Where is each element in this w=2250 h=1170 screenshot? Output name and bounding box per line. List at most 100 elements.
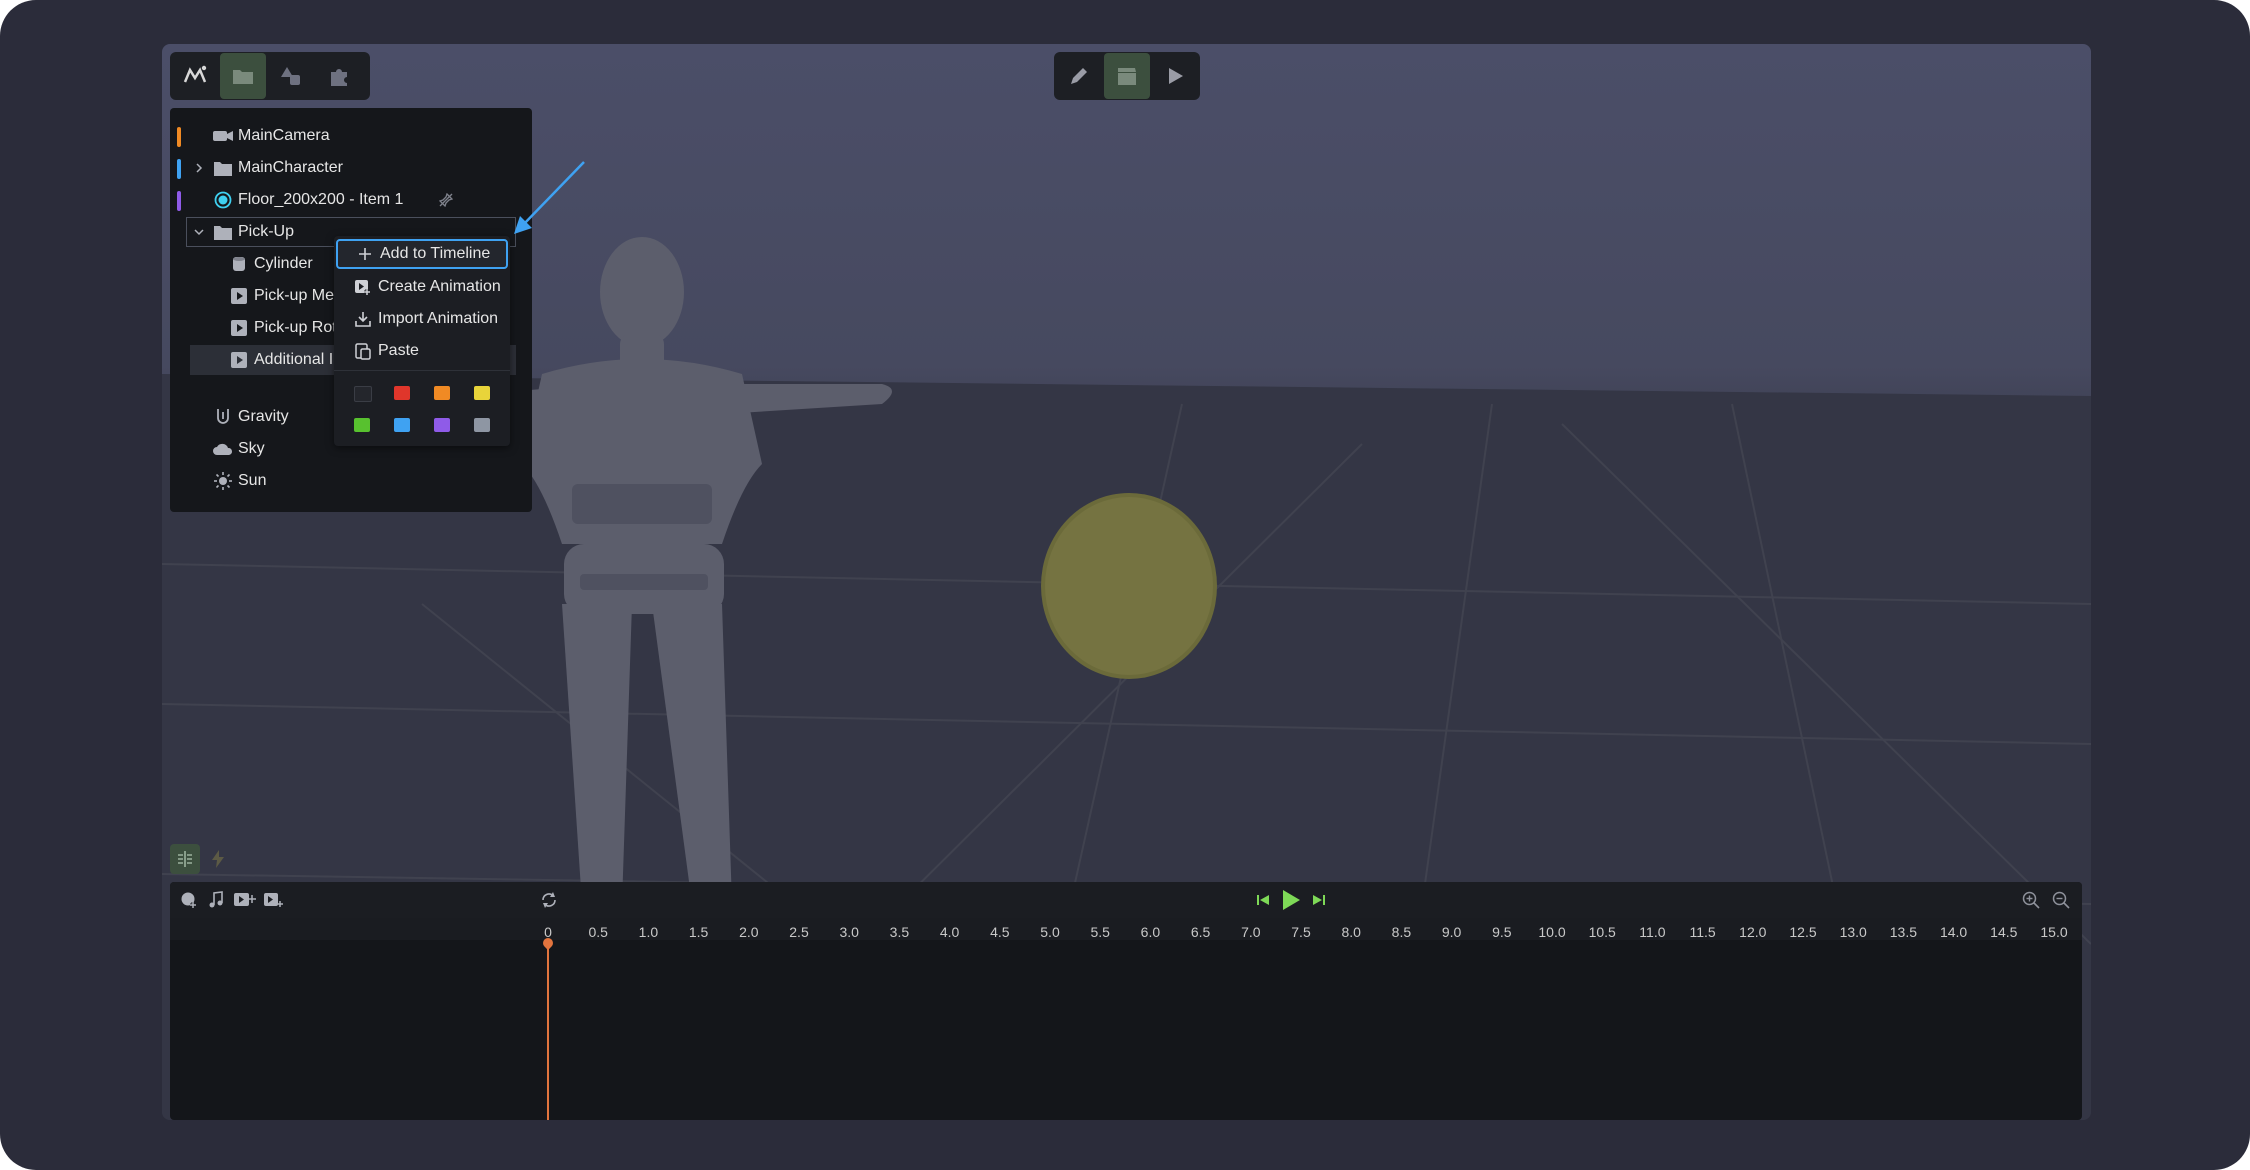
animation-icon <box>228 286 250 306</box>
sun-icon <box>212 471 234 491</box>
animation-icon <box>228 318 250 338</box>
main-toolbar <box>170 52 370 100</box>
folder-icon[interactable] <box>220 53 266 99</box>
menu-item-label: Add to Timeline <box>380 245 491 262</box>
time-tick-label: 14.0 <box>1939 924 1968 940</box>
time-tick-label: 9.0 <box>1441 924 1462 940</box>
logo-icon[interactable] <box>172 53 218 99</box>
tree-item-label: Sky <box>238 440 265 457</box>
time-tick-label: 10.0 <box>1538 924 1566 940</box>
track-header-area <box>170 918 546 940</box>
skip-back-icon[interactable] <box>1256 892 1270 908</box>
play-button[interactable] <box>1280 888 1302 912</box>
time-tick-label: 2.0 <box>739 924 759 940</box>
tree-item-label: Additional I <box>254 351 334 368</box>
time-tick-label: 11.0 <box>1639 924 1666 940</box>
tree-item-label: Floor_200x200 - Item 1 <box>238 191 404 208</box>
time-tick-label: 4.0 <box>939 924 960 940</box>
tree-item-maincharacter[interactable]: MainCharacter <box>170 153 532 183</box>
color-swatch[interactable] <box>434 418 450 432</box>
add-object-icon[interactable] <box>180 891 198 909</box>
import-icon <box>354 310 372 328</box>
zoom-out-icon[interactable] <box>2052 891 2070 909</box>
color-swatch[interactable] <box>434 386 450 400</box>
add-clip-icon[interactable] <box>234 891 256 909</box>
time-tick-label: 6.0 <box>1140 924 1161 940</box>
time-tick-label: 14.5 <box>1990 924 2018 940</box>
time-tick-label: 8.5 <box>1391 924 1412 940</box>
paste-icon <box>354 342 372 360</box>
add-to-timeline-button[interactable]: Add to Timeline <box>336 239 508 269</box>
cloud-icon <box>212 439 234 459</box>
time-tick-label: 1.5 <box>688 924 709 940</box>
folder-icon <box>212 222 234 242</box>
tree-item-sun[interactable]: Sun <box>170 466 532 496</box>
timeline-toolbar <box>170 882 2082 918</box>
chevron-down-icon[interactable] <box>192 225 206 239</box>
tree-item-label: MainCharacter <box>238 159 343 176</box>
pencil-icon[interactable] <box>1056 53 1102 99</box>
zoom-in-icon[interactable] <box>2022 891 2040 909</box>
time-tick-label: 5.0 <box>1040 924 1060 940</box>
time-tick-label: 13.0 <box>1839 924 1867 940</box>
color-swatch[interactable] <box>394 386 410 400</box>
tree-item-label: Pick-Up <box>238 223 295 240</box>
paste-button[interactable]: Paste <box>334 336 510 366</box>
loop-icon[interactable] <box>540 891 558 909</box>
pin-off-icon[interactable] <box>435 190 457 210</box>
menu-item-label: Import Animation <box>378 310 499 327</box>
tree-item-label: Gravity <box>238 408 289 425</box>
tree-item-maincamera[interactable]: MainCamera <box>170 121 532 151</box>
skip-forward-icon[interactable] <box>1312 892 1326 908</box>
color-swatch[interactable] <box>474 386 490 400</box>
context-menu: Add to Timeline Create Animation Import … <box>334 236 510 446</box>
keyframe-toggle[interactable] <box>208 848 228 870</box>
time-tick-label: 15.0 <box>2040 924 2068 940</box>
color-swatch[interactable] <box>474 418 490 432</box>
time-tick-label: 9.5 <box>1492 924 1512 940</box>
annotation-arrow <box>514 161 585 234</box>
puzzle-icon[interactable] <box>316 53 362 99</box>
time-tick-label: 3.0 <box>839 924 859 940</box>
timeline-panel: 0 0.5 1.0 1.5 2.0 2.5 3.0 3.5 4.0 4.5 5.0 5.5 6.0 6.5… <box>170 882 2082 1120</box>
shapes-icon[interactable] <box>268 53 314 99</box>
animation-icon <box>228 350 250 370</box>
color-swatch[interactable] <box>354 418 370 432</box>
time-tick-label: 1.0 <box>638 924 659 940</box>
import-animation-button[interactable]: Import Animation <box>334 304 510 334</box>
add-video-icon[interactable] <box>264 891 284 909</box>
color-swatch[interactable] <box>354 386 372 402</box>
color-tag <box>177 191 181 211</box>
app-frame: MainCamera MainCharacter Floor_200x200 -… <box>0 0 2250 1170</box>
tree-item-floor[interactable]: Floor_200x200 - Item 1 <box>170 185 532 215</box>
folder-icon <box>212 158 234 178</box>
time-tick-label: 8.0 <box>1341 924 1361 940</box>
tree-item-label: Pick-up Me <box>254 287 335 304</box>
time-tick-label: 4.5 <box>990 924 1010 940</box>
music-icon[interactable] <box>208 891 224 909</box>
tree-item-label: Sun <box>238 472 267 489</box>
play-icon[interactable] <box>1152 53 1198 99</box>
play-icon <box>1283 890 1300 910</box>
tracks-icon <box>178 851 192 867</box>
color-swatch[interactable] <box>394 418 410 432</box>
time-tick-label: 13.5 <box>1889 924 1918 940</box>
camera-icon <box>212 126 234 146</box>
tree-item-label: Pick-up Rot <box>254 319 337 336</box>
playhead[interactable] <box>547 940 549 1120</box>
time-tick-label: 2.5 <box>789 924 809 940</box>
chevron-right-icon[interactable] <box>192 161 206 175</box>
menu-item-label: Paste <box>378 342 419 359</box>
time-tick-label: 10.5 <box>1588 924 1616 940</box>
target-icon <box>212 190 234 210</box>
time-tick-label: 3.5 <box>889 924 910 940</box>
clapperboard-icon[interactable] <box>1104 53 1150 99</box>
time-tick-label: 12.0 <box>1739 924 1767 940</box>
timeline-tracks-toggle[interactable] <box>170 844 200 874</box>
time-tick-label: 12.5 <box>1789 924 1817 940</box>
time-tick-label: 0.5 <box>588 924 608 940</box>
create-animation-button[interactable]: Create Animation <box>334 272 510 302</box>
color-tag <box>177 159 181 179</box>
time-tick-label: 11.5 <box>1689 924 1716 940</box>
menu-item-label: Create Animation <box>378 278 501 295</box>
